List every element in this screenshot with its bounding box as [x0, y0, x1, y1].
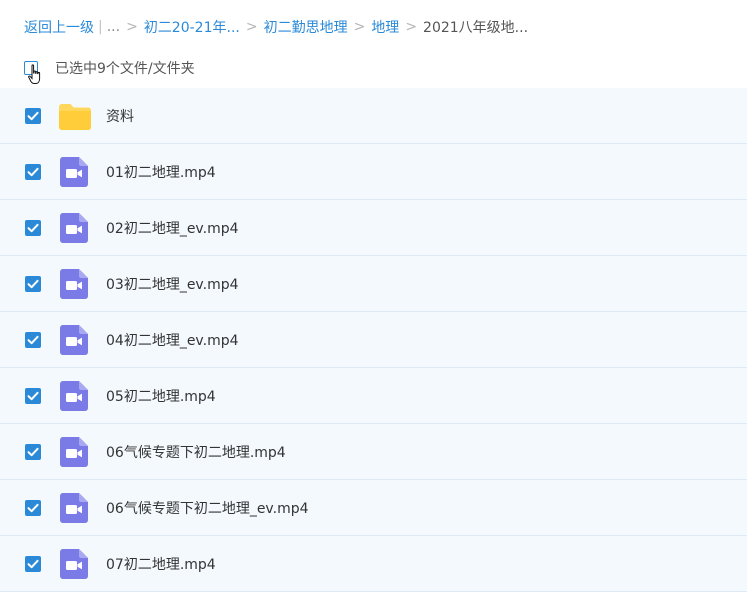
checkmark-icon: [27, 167, 39, 177]
file-row[interactable]: 06气候专题下初二地理.mp4: [0, 424, 747, 480]
breadcrumb-divider: |: [98, 19, 103, 35]
checkmark-icon: [27, 559, 39, 569]
row-checkbox[interactable]: [25, 108, 41, 124]
checkmark-icon: [27, 447, 39, 457]
file-name[interactable]: 01初二地理.mp4: [106, 162, 216, 182]
file-name[interactable]: 07初二地理.mp4: [106, 554, 216, 574]
file-name[interactable]: 06气候专题下初二地理.mp4: [106, 442, 286, 462]
breadcrumb-ellipsis[interactable]: ...: [107, 19, 120, 35]
breadcrumb-current: 2021八年级地...: [423, 20, 529, 36]
row-checkbox[interactable]: [25, 276, 41, 292]
checkmark-icon: [27, 223, 39, 233]
file-name[interactable]: 05初二地理.mp4: [106, 386, 216, 406]
row-checkbox[interactable]: [25, 332, 41, 348]
file-name[interactable]: 06气候专题下初二地理_ev.mp4: [106, 498, 309, 518]
file-row[interactable]: 05初二地理.mp4: [0, 368, 747, 424]
row-checkbox[interactable]: [25, 556, 41, 572]
video-file-icon: [60, 213, 88, 243]
breadcrumb-item-geography[interactable]: 地理: [371, 17, 399, 37]
file-list: 资料 01初二地理.mp4 02初二地理_ev.mp4 03初二地理_ev.mp4 04…: [0, 88, 747, 592]
folder-icon: [58, 103, 92, 131]
file-row[interactable]: 02初二地理_ev.mp4: [0, 200, 747, 256]
file-row[interactable]: 01初二地理.mp4: [0, 144, 747, 200]
file-name[interactable]: 02初二地理_ev.mp4: [106, 218, 239, 238]
hand-cursor-icon: [28, 64, 41, 84]
row-checkbox[interactable]: [25, 500, 41, 516]
checkmark-icon: [27, 335, 39, 345]
breadcrumb-separator: >: [126, 19, 138, 35]
select-all-checkbox[interactable]: [24, 61, 41, 84]
video-file-icon: [60, 157, 88, 187]
file-row[interactable]: 资料: [0, 88, 747, 144]
selection-count-label: 已选中9个文件/文件夹: [55, 61, 195, 77]
file-row[interactable]: 07初二地理.mp4: [0, 536, 747, 592]
breadcrumb-item-qinsi-geography[interactable]: 初二勤思地理: [264, 17, 348, 37]
file-row[interactable]: 04初二地理_ev.mp4: [0, 312, 747, 368]
row-checkbox[interactable]: [25, 164, 41, 180]
video-file-icon: [60, 493, 88, 523]
video-file-icon: [60, 549, 88, 579]
file-row[interactable]: 03初二地理_ev.mp4: [0, 256, 747, 312]
row-checkbox[interactable]: [25, 388, 41, 404]
video-file-icon: [60, 325, 88, 355]
breadcrumb-back-link[interactable]: 返回上一级: [24, 17, 94, 37]
breadcrumb-separator: >: [245, 19, 258, 35]
row-checkbox[interactable]: [25, 444, 41, 460]
checkmark-icon: [27, 503, 39, 513]
video-file-icon: [60, 381, 88, 411]
breadcrumb: 返回上一级 | ... > 初二20-21年... > 初二勤思地理 > 地理 …: [24, 16, 528, 38]
video-file-icon: [60, 269, 88, 299]
selection-bar: 已选中9个文件/文件夹: [24, 57, 195, 84]
breadcrumb-separator: >: [353, 19, 366, 35]
file-name[interactable]: 资料: [106, 106, 134, 126]
file-name[interactable]: 04初二地理_ev.mp4: [106, 330, 239, 350]
file-row[interactable]: 06气候专题下初二地理_ev.mp4: [0, 480, 747, 536]
video-file-icon: [60, 437, 88, 467]
file-name[interactable]: 03初二地理_ev.mp4: [106, 274, 239, 294]
checkmark-icon: [27, 111, 39, 121]
row-checkbox[interactable]: [25, 220, 41, 236]
breadcrumb-separator: >: [405, 19, 418, 35]
breadcrumb-item-grade-20-21[interactable]: 初二20-21年...: [144, 17, 240, 37]
checkmark-icon: [27, 391, 39, 401]
checkmark-icon: [27, 279, 39, 289]
